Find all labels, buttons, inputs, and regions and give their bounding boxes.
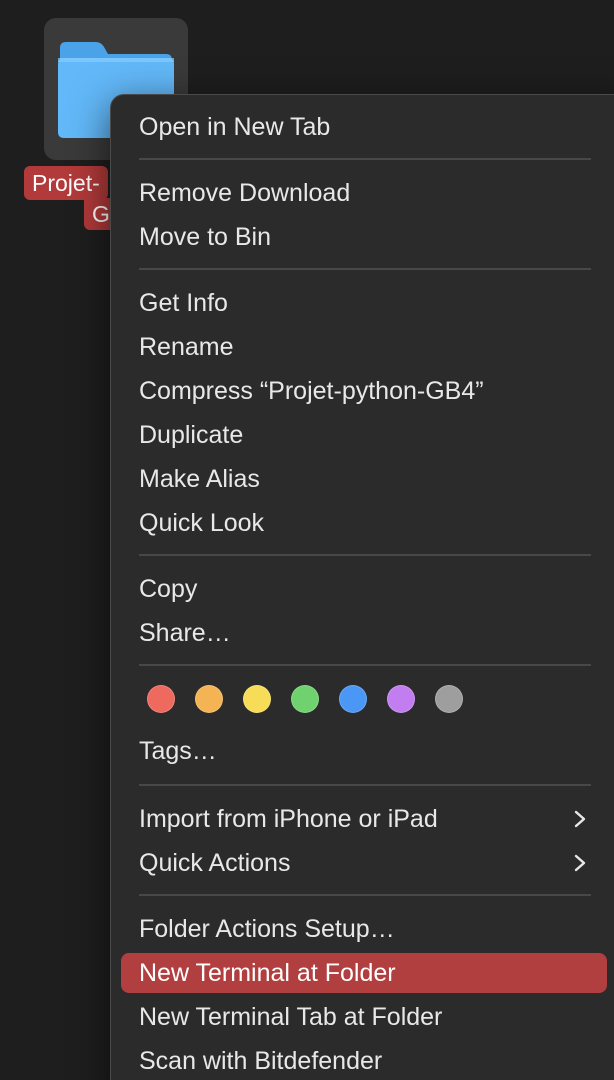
menu-item-quick-look[interactable]: Quick Look xyxy=(121,503,607,543)
context-menu: Open in New Tab Remove Download Move to … xyxy=(110,94,614,1080)
menu-separator xyxy=(139,664,591,666)
tag-gray-dot[interactable] xyxy=(435,685,463,713)
menu-item-duplicate[interactable]: Duplicate xyxy=(121,415,607,455)
menu-separator xyxy=(139,894,591,896)
chevron-right-icon xyxy=(574,810,586,828)
tag-red-dot[interactable] xyxy=(147,685,175,713)
tag-blue-dot[interactable] xyxy=(339,685,367,713)
menu-item-quick-actions[interactable]: Quick Actions xyxy=(121,843,607,883)
menu-item-copy[interactable]: Copy xyxy=(121,569,607,609)
menu-separator xyxy=(139,268,591,270)
menu-item-tags[interactable]: Tags… xyxy=(121,731,607,771)
menu-item-new-terminal-tab-at-folder[interactable]: New Terminal Tab at Folder xyxy=(121,997,607,1037)
menu-item-new-terminal-at-folder[interactable]: New Terminal at Folder xyxy=(121,953,607,993)
menu-item-make-alias[interactable]: Make Alias xyxy=(121,459,607,499)
desktop: Projet- G Open in New Tab Remove Downloa… xyxy=(0,0,614,1080)
menu-item-import-from-iphone-label: Import from iPhone or iPad xyxy=(139,805,438,833)
menu-item-get-info[interactable]: Get Info xyxy=(121,283,607,323)
menu-item-folder-actions-setup[interactable]: Folder Actions Setup… xyxy=(121,909,607,949)
tag-green-dot[interactable] xyxy=(291,685,319,713)
menu-item-share[interactable]: Share… xyxy=(121,613,607,653)
menu-separator xyxy=(139,784,591,786)
menu-item-move-to-bin[interactable]: Move to Bin xyxy=(121,217,607,257)
menu-separator xyxy=(139,554,591,556)
menu-item-scan-with-bitdefender[interactable]: Scan with Bitdefender xyxy=(121,1041,607,1080)
menu-item-rename[interactable]: Rename xyxy=(121,327,607,367)
menu-item-import-from-iphone[interactable]: Import from iPhone or iPad xyxy=(121,799,607,839)
tag-purple-dot[interactable] xyxy=(387,685,415,713)
menu-item-open-in-new-tab[interactable]: Open in New Tab xyxy=(121,107,607,147)
folder-name-label[interactable]: Projet- xyxy=(24,166,108,200)
tag-yellow-dot[interactable] xyxy=(243,685,271,713)
menu-item-compress[interactable]: Compress “Projet-python-GB4” xyxy=(121,371,607,411)
tag-orange-dot[interactable] xyxy=(195,685,223,713)
chevron-right-icon xyxy=(574,854,586,872)
menu-separator xyxy=(139,158,591,160)
menu-item-quick-actions-label: Quick Actions xyxy=(139,849,291,877)
menu-item-remove-download[interactable]: Remove Download xyxy=(121,173,607,213)
